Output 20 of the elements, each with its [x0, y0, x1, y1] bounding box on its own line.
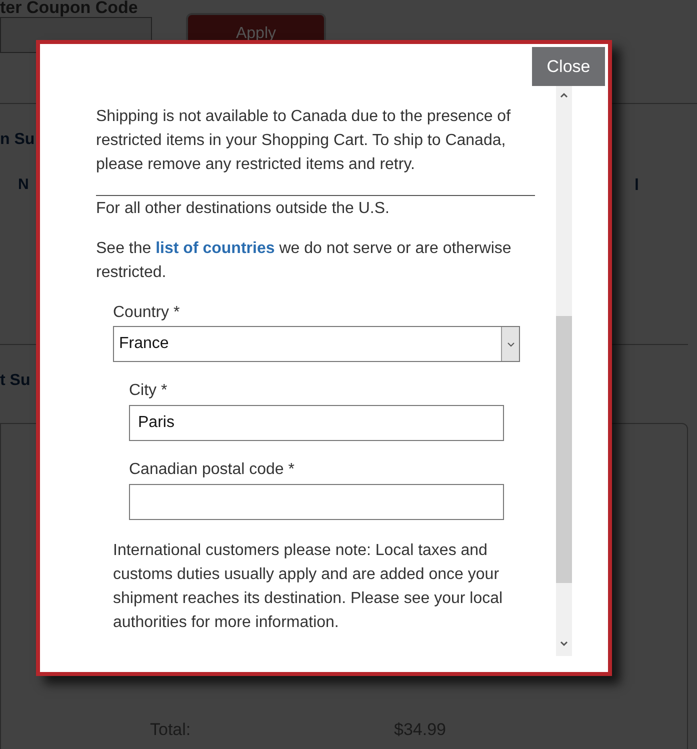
- input-field[interactable]: [129, 484, 504, 520]
- field-label: Canadian postal code *: [129, 460, 296, 480]
- column-heading: N: [18, 175, 29, 194]
- country-select[interactable]: France: [113, 326, 520, 362]
- close-button[interactable]: Close: [532, 47, 605, 86]
- field-label: City *: [129, 381, 168, 401]
- restricted-text: See the list of countries we do not serve or are otherwise restricted.: [96, 239, 512, 283]
- section-heading: t Su: [0, 371, 30, 391]
- countries-link[interactable]: list of countries: [156, 240, 275, 257]
- customs-note: International customers please note: Local taxes and customs duties usually apply and are added once your shipment reaches its destination. Please see your local authorities for more information.: [113, 541, 504, 633]
- scroll-down-icon[interactable]: [560, 641, 568, 647]
- shipping-notice: Shipping is not available to Canada due to the presence of restricted items in your Shopping Cart. To ship to Canada, please remove any restricted items and retry.: [96, 107, 512, 175]
- input-field[interactable]: Paris: [129, 405, 504, 441]
- column-heading: l: [634, 176, 639, 194]
- section-heading: n Su: [0, 130, 35, 150]
- chevron-down-icon: [506, 342, 514, 346]
- scroll-thumb[interactable]: [556, 316, 572, 583]
- destinations-heading: For all other destinations outside the U.S.: [96, 199, 390, 219]
- field-label: Country *: [113, 303, 181, 323]
- scroll-up-icon[interactable]: [560, 92, 568, 98]
